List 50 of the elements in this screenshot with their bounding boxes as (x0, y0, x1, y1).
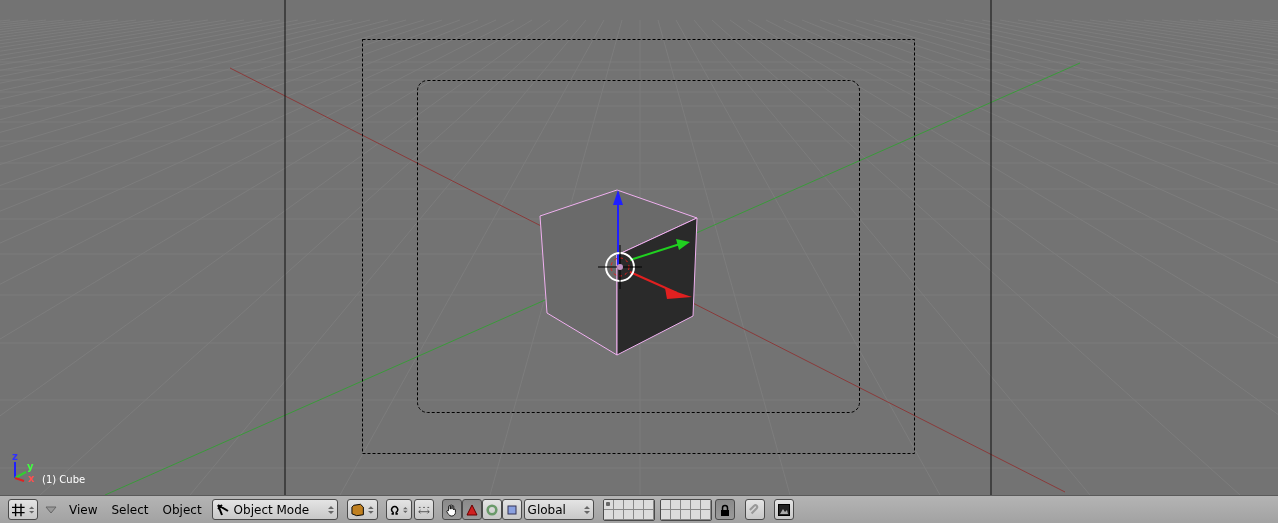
layer-button[interactable] (623, 499, 634, 510)
layer-button[interactable] (603, 499, 614, 510)
axis-label: z (12, 452, 18, 462)
up-down-arrows-icon (28, 504, 34, 515)
snap-button[interactable] (744, 499, 765, 520)
triangle-icon (465, 503, 478, 516)
pivot-dropdown[interactable] (385, 499, 412, 520)
menu-item[interactable]: Object (162, 502, 202, 517)
up-down-arrows-icon (327, 504, 334, 515)
dots-arrow-icon (417, 504, 430, 515)
manipulator-toggle[interactable] (441, 499, 462, 520)
layer-button[interactable] (603, 509, 614, 520)
lock-button[interactable] (714, 499, 735, 520)
vertex-icon (215, 502, 230, 517)
layer-button[interactable] (633, 499, 644, 510)
padlock-icon (719, 503, 730, 516)
layer-button[interactable] (690, 499, 701, 510)
axis-label: x (28, 474, 35, 484)
menu-item[interactable]: View (69, 502, 98, 517)
draw-type-dropdown[interactable] (346, 499, 378, 520)
square-icon (506, 504, 517, 515)
manipulator-toggle[interactable] (481, 499, 502, 520)
manipulator-toggle[interactable] (461, 499, 482, 520)
picture-icon (777, 503, 790, 516)
up-down-arrows-icon (583, 504, 590, 515)
layer-button[interactable] (613, 499, 624, 510)
hand-icon (445, 502, 458, 517)
collapse-triangle-icon[interactable] (45, 505, 57, 514)
layer-button[interactable] (660, 499, 671, 510)
grid-icon (12, 502, 25, 517)
layer-button[interactable] (643, 499, 654, 510)
centers-toggle-button[interactable] (413, 499, 434, 520)
magnet-icon (748, 502, 761, 517)
cube-icon (350, 502, 364, 517)
render-button[interactable] (773, 499, 794, 520)
ring-icon (485, 502, 498, 517)
axis-label: y (27, 462, 34, 472)
layer-button[interactable] (660, 509, 671, 520)
object-label: (1) Cube (42, 474, 86, 485)
layer-button[interactable] (670, 499, 681, 510)
mode-dropdown[interactable]: Object Mode (211, 499, 338, 520)
manipulator-toggle[interactable] (501, 499, 522, 520)
orientation-dropdown[interactable]: Global (523, 499, 594, 520)
menu-item[interactable]: Select (111, 502, 149, 517)
layer-button[interactable] (700, 499, 711, 510)
layer-button[interactable] (680, 499, 691, 510)
editor-type-button[interactable] (8, 499, 38, 520)
omega-icon (389, 503, 399, 516)
up-down-arrows-icon (402, 504, 408, 515)
up-down-arrows-icon (367, 504, 374, 515)
